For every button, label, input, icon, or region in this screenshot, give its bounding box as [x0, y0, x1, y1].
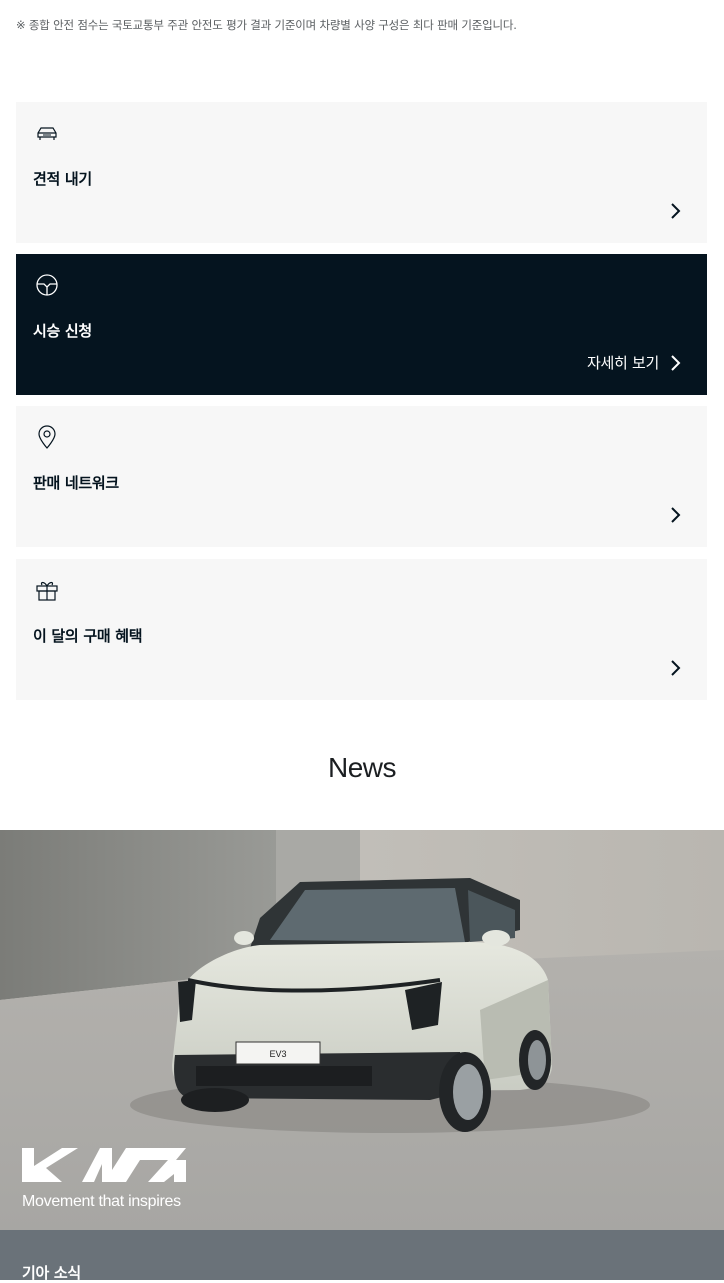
disclaimer-text: ※ 종합 안전 점수는 국토교통부 주관 안전도 평가 결과 기준이며 차량별 …	[16, 18, 517, 32]
view-more-link[interactable]: 자세히 보기	[587, 352, 659, 373]
news-caption-bar[interactable]: 기아 소식	[0, 1230, 724, 1282]
card-title: 견적 내기	[33, 170, 92, 188]
chevron-right-icon	[671, 203, 681, 219]
card-title: 판매 네트워크	[33, 474, 119, 492]
car-icon	[37, 127, 57, 140]
location-pin-icon	[38, 425, 56, 449]
card-title: 이 달의 구매 혜택	[33, 627, 143, 645]
gift-icon	[36, 581, 58, 601]
card-quote[interactable]: 견적 내기	[16, 102, 707, 243]
brand-tagline: Movement that inspires	[22, 1193, 181, 1210]
steering-wheel-icon	[36, 274, 58, 296]
plate-text: EV3	[269, 1049, 286, 1059]
car-photo-illustration: EV3	[0, 830, 724, 1230]
news-hero-image[interactable]: EV3 Movement that inspires	[0, 830, 724, 1230]
card-sales-network[interactable]: 판매 네트워크	[16, 406, 707, 547]
news-heading: News	[327, 752, 397, 783]
card-monthly-benefits[interactable]: 이 달의 구매 혜택	[16, 559, 707, 700]
chevron-right-icon	[671, 355, 681, 371]
chevron-right-icon	[671, 660, 681, 676]
card-title: 시승 신청	[33, 322, 92, 340]
chevron-right-icon	[671, 507, 681, 523]
card-test-drive[interactable]: 시승 신청 자세히 보기	[16, 254, 707, 395]
